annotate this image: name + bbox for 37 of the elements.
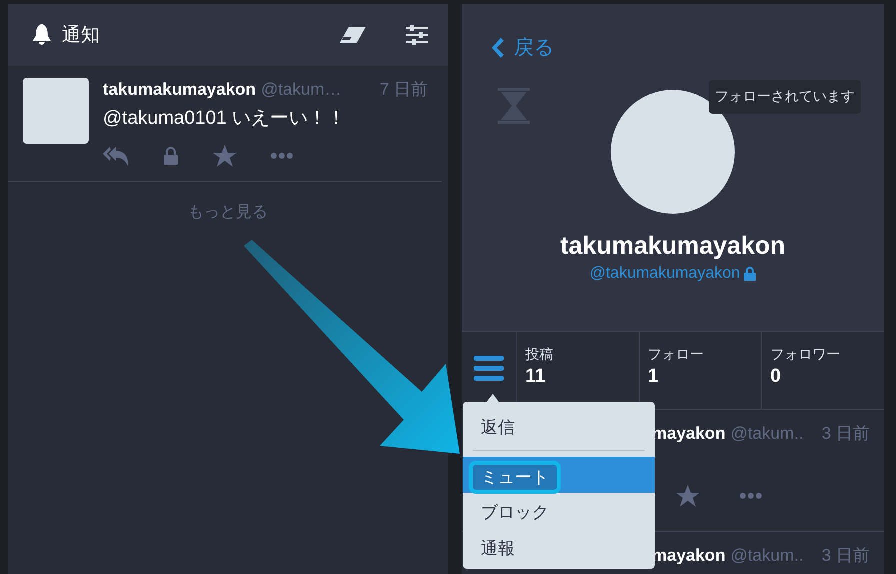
timestamp: 3 日前 bbox=[822, 545, 870, 567]
profile-handle: @takumakumayakon bbox=[590, 264, 740, 283]
more-icon[interactable] bbox=[271, 153, 293, 159]
user-handle: @takum… bbox=[261, 80, 342, 100]
display-name[interactable]: mayakon bbox=[652, 546, 726, 566]
timestamp: 7 日前 bbox=[380, 79, 428, 101]
stat-value: 1 bbox=[648, 366, 660, 388]
hourglass-icon bbox=[498, 88, 530, 124]
sliders-icon[interactable] bbox=[406, 25, 428, 45]
menu-item[interactable]: 返信 bbox=[463, 408, 655, 444]
stat-value: 0 bbox=[770, 366, 782, 388]
profile-name: takumakumayakon bbox=[560, 232, 786, 261]
menu-item[interactable]: ミュート bbox=[463, 457, 655, 493]
reply-all-icon[interactable] bbox=[103, 146, 129, 166]
display-name[interactable]: mayakon bbox=[652, 424, 726, 444]
lock-icon[interactable] bbox=[163, 147, 179, 165]
post-text: @takuma0101 いえーい！！ bbox=[103, 107, 348, 131]
stat-value: 11 bbox=[525, 366, 547, 388]
more-icon[interactable] bbox=[740, 493, 762, 499]
followed-badge: フォローされています bbox=[709, 80, 861, 114]
star-icon[interactable] bbox=[676, 485, 700, 507]
column-title: 通知 bbox=[62, 24, 101, 48]
menu-item[interactable]: 通報 bbox=[463, 529, 655, 565]
eraser-icon[interactable] bbox=[340, 27, 366, 43]
chevron-left-icon[interactable] bbox=[492, 38, 504, 58]
user-handle: @takum.. bbox=[730, 424, 804, 444]
bell-icon bbox=[32, 24, 52, 46]
user-handle: @takum.. bbox=[730, 546, 804, 566]
back-link[interactable]: 戻る bbox=[514, 34, 554, 62]
star-icon[interactable] bbox=[213, 145, 237, 167]
stat-label: フォロワー bbox=[770, 346, 842, 364]
stat-label: 投稿 bbox=[525, 346, 554, 364]
timestamp: 3 日前 bbox=[822, 423, 870, 445]
menu-item[interactable]: ブロック bbox=[463, 493, 655, 529]
stat-label: フォロー bbox=[648, 346, 705, 364]
menu-icon[interactable] bbox=[474, 356, 504, 382]
display-name[interactable]: takumakumayakon bbox=[103, 80, 256, 100]
